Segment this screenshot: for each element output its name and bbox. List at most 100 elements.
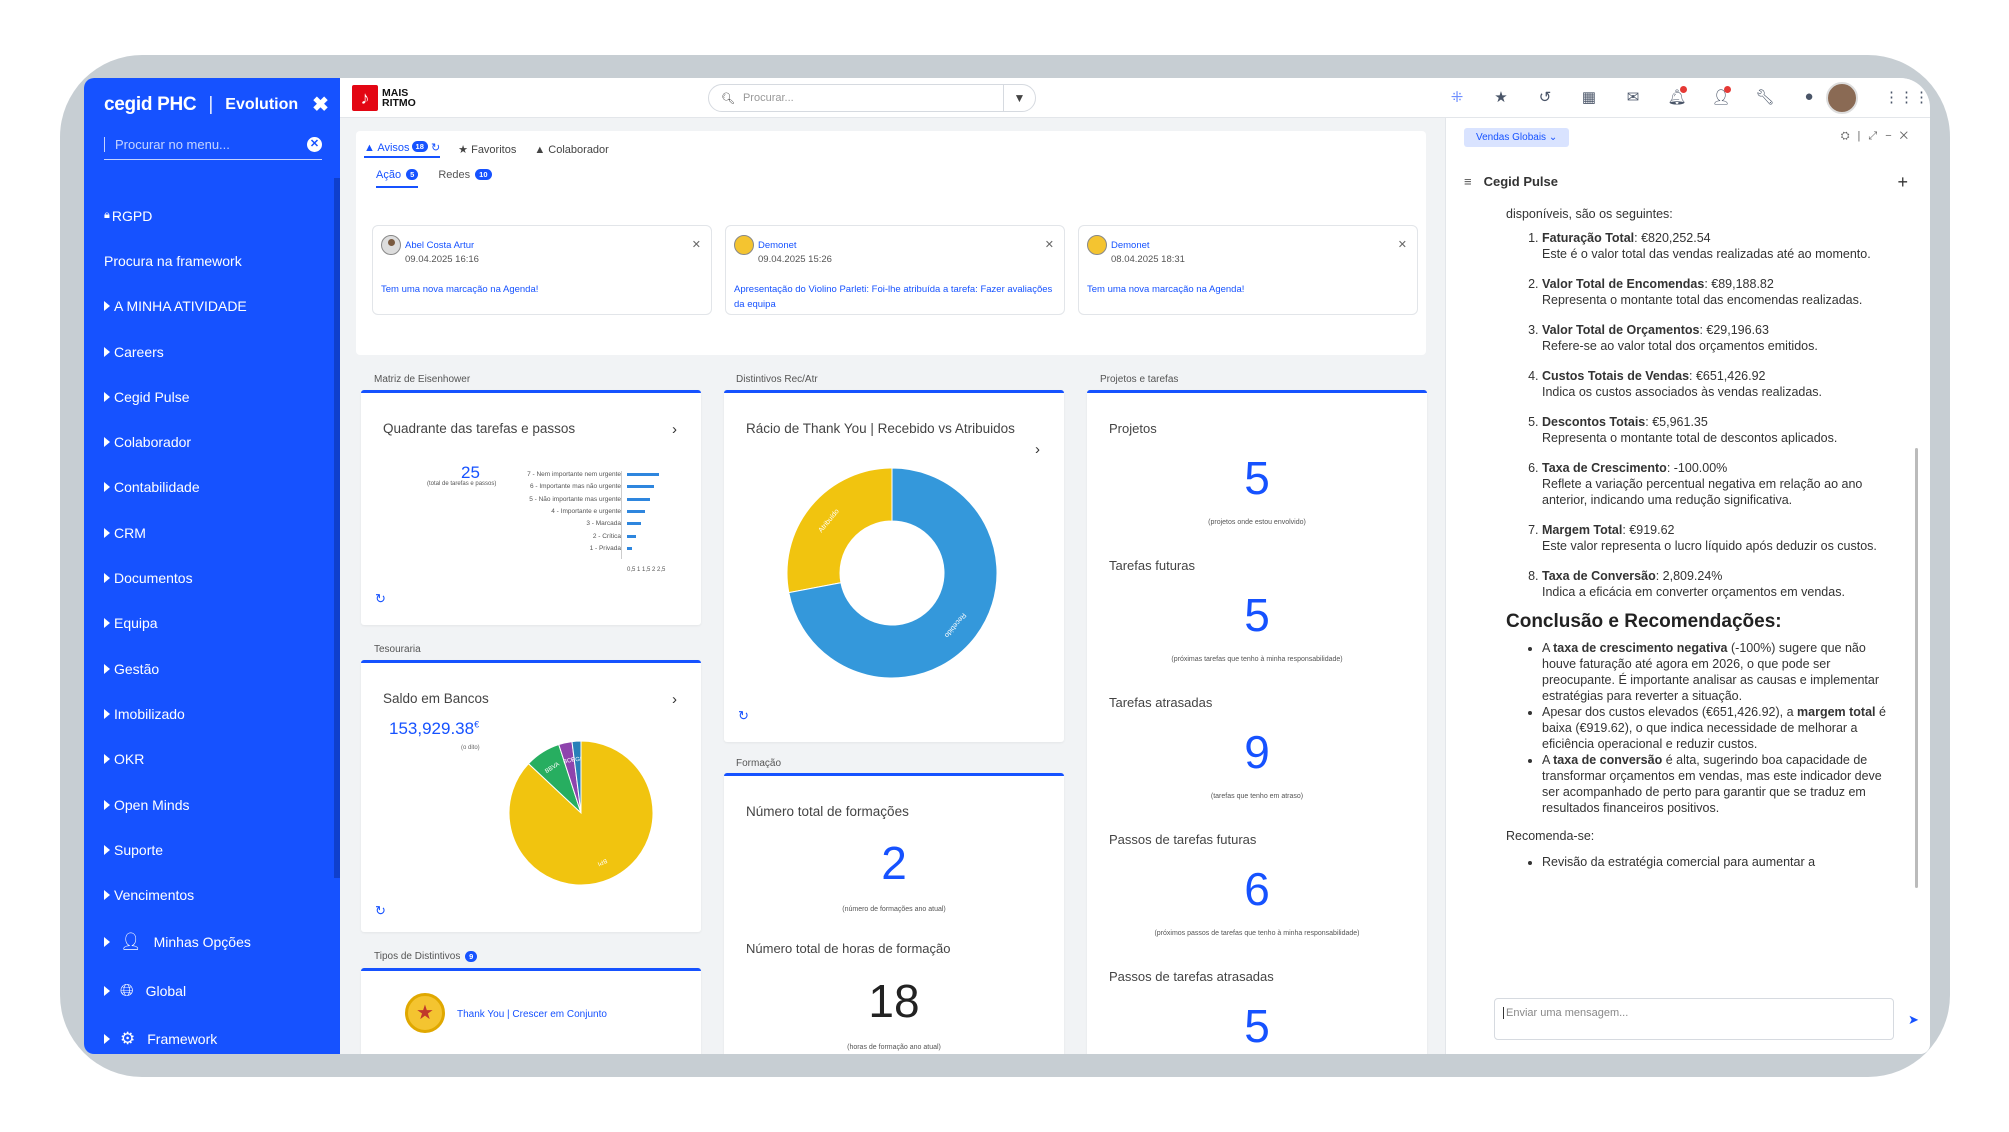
notification-card[interactable]: Demonet 09.04.2025 15:26 Apresentação do… xyxy=(725,225,1065,315)
top-bar: ♪ MAIS RITMO 🔍︎ Procurar... ▼ ⁜ ★ ↺ ▦ ✉ 🔔… xyxy=(340,78,1930,118)
caret-right-icon xyxy=(104,527,110,538)
caret-right-icon xyxy=(104,437,110,448)
notification-date: 09.04.2025 15:26 xyxy=(758,254,832,265)
recommendation-bullet: Apesar dos custos elevados (€651,426.92)… xyxy=(1542,704,1901,752)
donut-slice[interactable] xyxy=(786,467,893,594)
subtab-redes[interactable]: Redes 10 xyxy=(438,169,492,188)
matrix-row-label: 5 - Não importante mas urgente xyxy=(529,495,621,503)
close-icon[interactable]: ✕ xyxy=(1398,238,1407,251)
lightbulb-icon[interactable]: ● xyxy=(1787,88,1831,106)
chevron-right-icon[interactable]: › xyxy=(672,691,677,708)
recommendation-item: Revisão da estratégia comercial para aum… xyxy=(1542,854,1901,870)
sidebar-item-careers[interactable]: Careers xyxy=(104,329,329,374)
network-icon[interactable]: ⁜ xyxy=(1435,88,1479,106)
sidebar-item-imobilizado[interactable]: Imobilizado xyxy=(104,691,329,736)
notification-card[interactable]: Abel Costa Artur 09.04.2025 16:16 Tem um… xyxy=(372,225,712,315)
sidebar-item-gest-o[interactable]: Gestão xyxy=(104,646,329,691)
tab-favoritos[interactable]: ★ Favoritos xyxy=(458,143,516,156)
tesouraria-card: Saldo em Bancos › 153,929.38€ (o dito) B… xyxy=(361,660,701,932)
sidebar-item-framework[interactable]: ⚙ Framework xyxy=(104,1015,329,1054)
wrench-icon[interactable]: 🔧︎ xyxy=(1743,88,1787,106)
send-icon[interactable]: ➤ xyxy=(1908,1012,1919,1028)
badge-link[interactable]: Thank You | Crescer em Conjunto xyxy=(457,1009,607,1020)
badges-card: ★ Thank You | Crescer em Conjunto xyxy=(361,968,701,1054)
sidebar-item-global[interactable]: 🌐︎ Global xyxy=(104,966,329,1015)
bell-icon[interactable]: 🔔︎ xyxy=(1655,86,1699,106)
project-metric-value[interactable]: 5 xyxy=(1087,999,1427,1053)
section-label: Tesouraria xyxy=(374,644,421,655)
sidebar-item-equipa[interactable]: Equipa xyxy=(104,601,329,646)
sidebar-item-crm[interactable]: CRM xyxy=(104,510,329,555)
project-metric-value[interactable]: 5 xyxy=(1087,451,1427,505)
sidebar-item-vencimentos[interactable]: Vencimentos xyxy=(104,872,329,917)
menu-search-input[interactable]: Procurar no menu... ✕ xyxy=(104,130,322,160)
message-input[interactable]: Enviar uma mensagem... xyxy=(1494,998,1894,1040)
avatar[interactable] xyxy=(1826,82,1858,114)
tab-avisos[interactable]: ▲ Avisos 18 ↻ xyxy=(364,141,441,158)
logo-text-bottom: RITMO xyxy=(382,97,416,109)
caret-right-icon xyxy=(104,346,110,357)
star-icon[interactable]: ★ xyxy=(1479,88,1523,106)
project-metric-value[interactable]: 5 xyxy=(1087,588,1427,642)
sidebar-item-okr[interactable]: OKR xyxy=(104,737,329,782)
chevron-right-icon[interactable]: › xyxy=(1035,441,1040,458)
card-title: Saldo em Bancos xyxy=(383,691,489,706)
notification-author[interactable]: Demonet xyxy=(758,240,797,251)
sidebar-item-label: Contabilidade xyxy=(114,479,200,496)
sidebar-item-suporte[interactable]: Suporte xyxy=(104,827,329,872)
calendar-icon[interactable]: ▦ xyxy=(1567,88,1611,106)
sidebar-item-documentos[interactable]: Documentos xyxy=(104,555,329,600)
sidebar-scrollbar[interactable] xyxy=(334,178,340,878)
formacao-card: Número total de formações 2 (número de f… xyxy=(724,773,1064,1054)
refresh-icon[interactable]: ↻ xyxy=(738,708,749,724)
company-logo[interactable]: ♪ MAIS RITMO xyxy=(352,85,416,111)
lock-icon: 🔒︎ xyxy=(104,209,110,222)
close-icon[interactable]: ✕ xyxy=(692,238,701,251)
chevron-right-icon[interactable]: › xyxy=(672,421,677,438)
notification-text[interactable]: Tem uma nova marcação na Agenda! xyxy=(1087,282,1412,297)
sidebar-item-label: Procura na framework xyxy=(104,252,242,269)
sidebar-item-minhas-op-es[interactable]: 👤︎ Minhas Opções xyxy=(104,918,329,967)
caret-right-icon xyxy=(104,890,110,901)
close-icon[interactable]: ✖ xyxy=(312,92,329,117)
avatar xyxy=(734,235,754,255)
notification-card[interactable]: Demonet 08.04.2025 18:31 Tem uma nova ma… xyxy=(1078,225,1418,315)
matrix-bar xyxy=(627,509,645,513)
panel-controls[interactable]: ⛭|⤢−✕ xyxy=(1841,130,1916,143)
tab-colaborador[interactable]: ▲ Colaborador xyxy=(534,144,609,156)
sidebar-item-label: Colaborador xyxy=(114,434,192,451)
notification-text[interactable]: Tem uma nova marcação na Agenda! xyxy=(381,282,706,297)
notification-author[interactable]: Abel Costa Artur xyxy=(405,240,474,251)
notification-author[interactable]: Demonet xyxy=(1111,240,1150,251)
apps-grid-icon[interactable]: ⋮⋮⋮ xyxy=(1884,88,1929,106)
sidebar-item-a-minha-atividade[interactable]: A MINHA ATIVIDADE xyxy=(104,284,329,329)
add-icon[interactable]: + xyxy=(1897,172,1908,193)
user-alert-icon[interactable]: 👤︎ xyxy=(1699,86,1743,106)
notification-text[interactable]: Apresentação do Violino Parleti: Foi-lhe… xyxy=(734,282,1059,312)
matrix-bar xyxy=(627,522,641,526)
sidebar-item-rgpd[interactable]: 🔒︎ RGPD xyxy=(104,193,329,238)
distintivos-card: Rácio de Thank You | Recebido vs Atribui… xyxy=(724,390,1064,742)
metric-item: Taxa de Crescimento: -100.00%Reflete a v… xyxy=(1542,460,1901,508)
refresh-icon[interactable]: ↻ xyxy=(375,591,386,607)
project-metric-title: Passos de tarefas futuras xyxy=(1109,832,1257,847)
sidebar-item-contabilidade[interactable]: Contabilidade xyxy=(104,465,329,510)
list-icon: ≡ xyxy=(1464,174,1472,189)
project-metric-value[interactable]: 9 xyxy=(1087,725,1427,779)
sidebar-item-colaborador[interactable]: Colaborador xyxy=(104,419,329,464)
clear-icon[interactable]: ✕ xyxy=(307,137,322,152)
vendas-globais-dropdown[interactable]: Vendas Globais ⌄ xyxy=(1464,128,1570,147)
training-count: 2 xyxy=(881,837,907,889)
filter-icon[interactable]: ▼ xyxy=(1003,85,1035,111)
subtab-acao[interactable]: Ação 5 xyxy=(376,169,419,188)
sidebar-item-procura-na-framework[interactable]: Procura na framework xyxy=(104,238,329,283)
chat-scrollbar[interactable] xyxy=(1915,448,1918,888)
project-metric-value[interactable]: 6 xyxy=(1087,862,1427,916)
sidebar-item-cegid-pulse[interactable]: Cegid Pulse xyxy=(104,374,329,419)
refresh-icon[interactable]: ↻ xyxy=(375,903,386,919)
close-icon[interactable]: ✕ xyxy=(1045,238,1054,251)
history-icon[interactable]: ↺ xyxy=(1523,88,1567,106)
global-search-input[interactable]: 🔍︎ Procurar... ▼ xyxy=(708,84,1036,112)
mail-icon[interactable]: ✉ xyxy=(1611,88,1655,106)
sidebar-item-open-minds[interactable]: Open Minds xyxy=(104,782,329,827)
